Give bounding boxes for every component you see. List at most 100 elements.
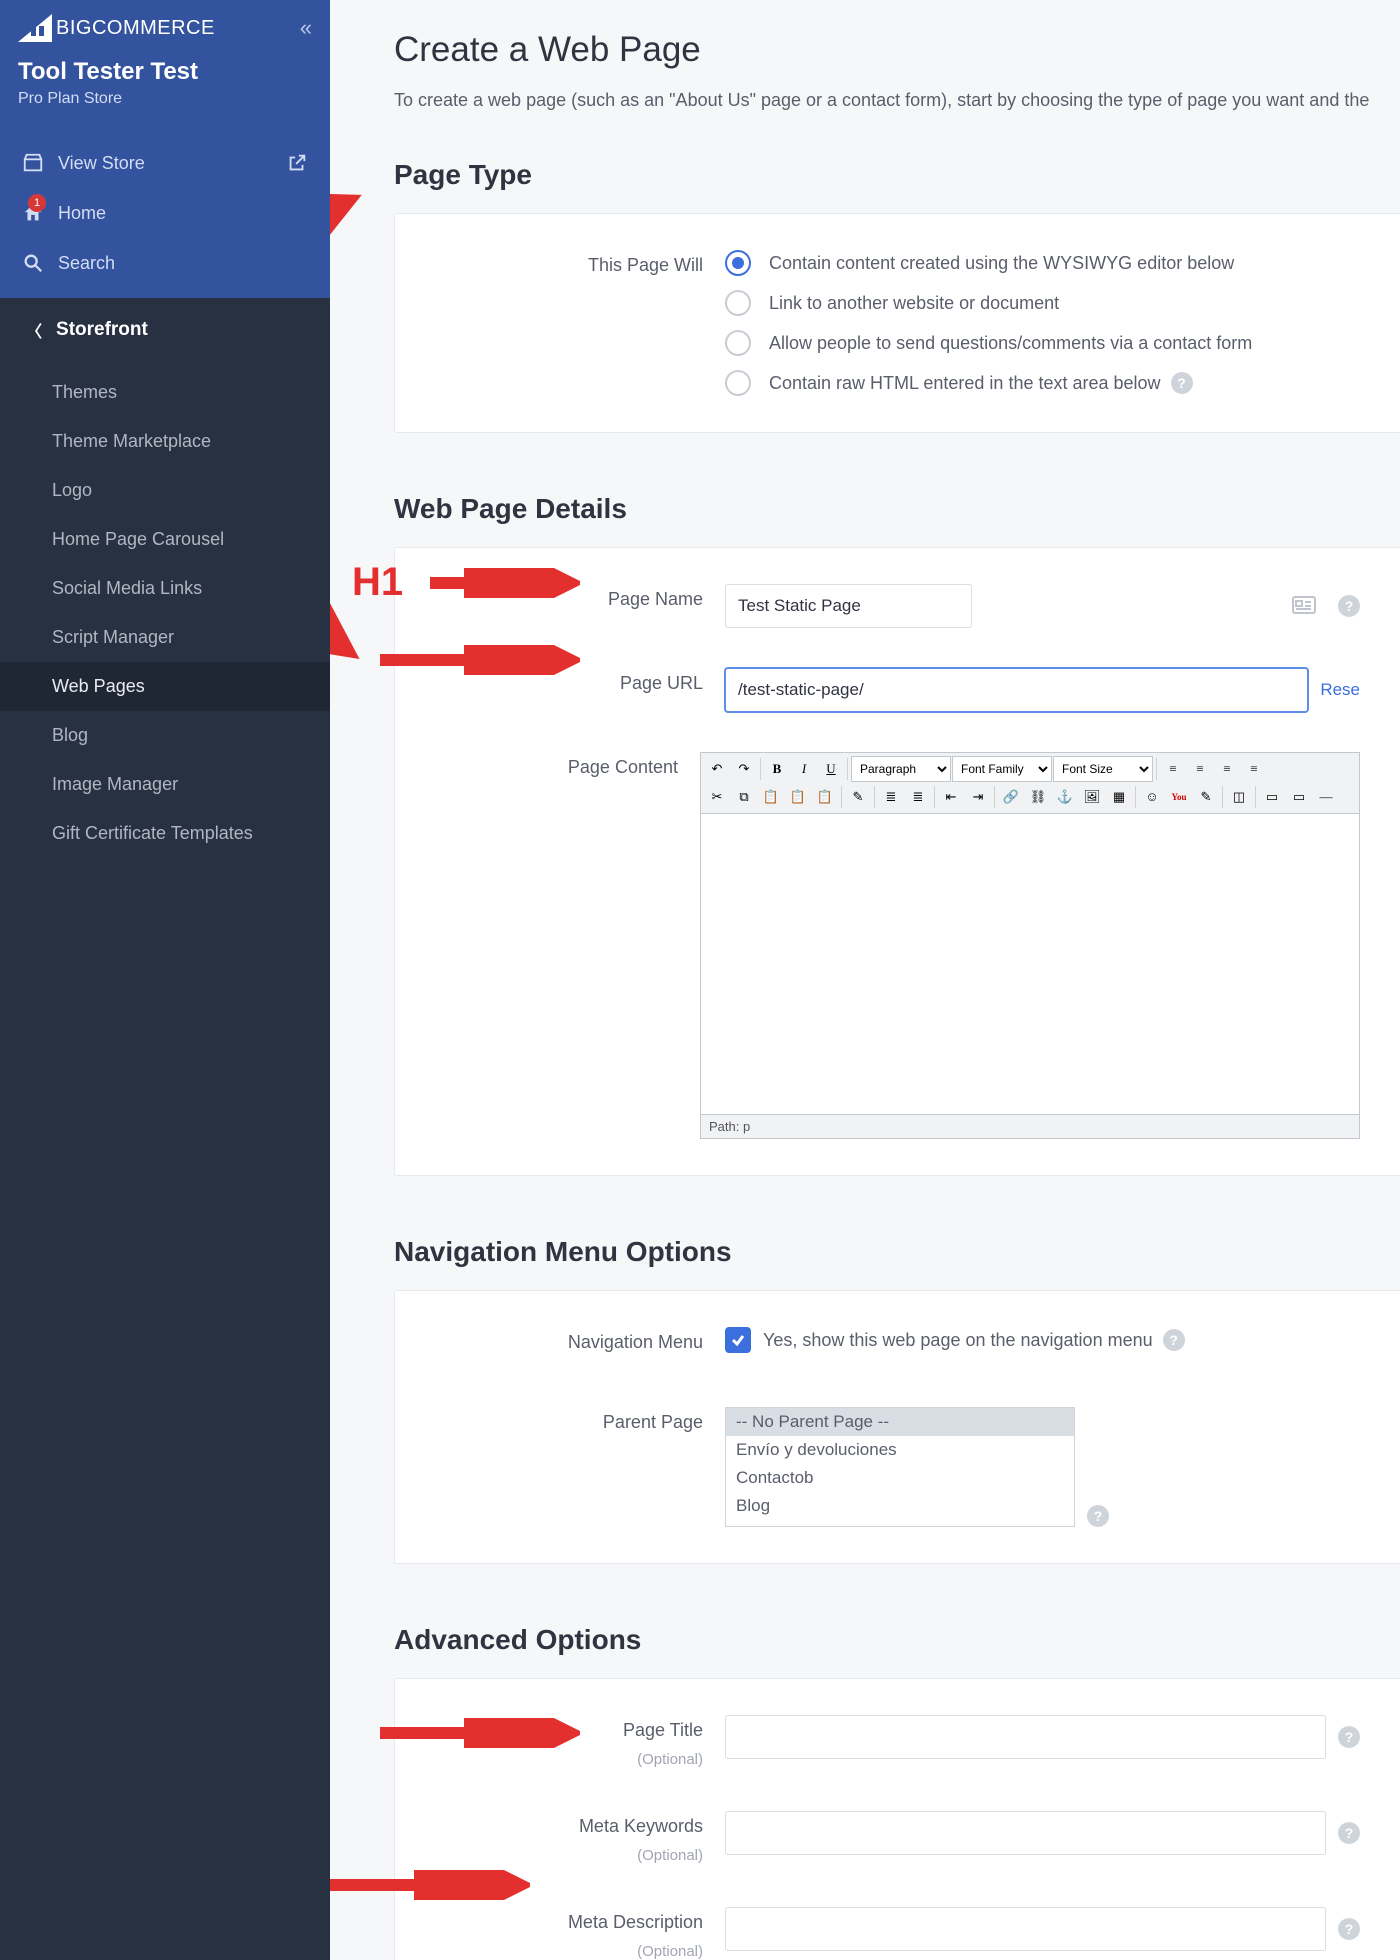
help-icon[interactable]: ? [1338,1918,1360,1940]
chart-button[interactable]: ◫ [1226,784,1252,810]
image-button[interactable]: 🖼 [1079,784,1105,810]
hr-button[interactable]: — [1313,784,1339,810]
parent-option[interactable]: Envío y devoluciones [726,1436,1074,1464]
table2-button[interactable]: ▭ [1286,784,1312,810]
nav-item-gift-certificate-templates[interactable]: Gift Certificate Templates [0,809,330,858]
page-url-input[interactable] [725,668,1308,712]
copy-button[interactable]: ⧉ [731,784,757,810]
undo-button[interactable]: ↶ [704,756,730,782]
redo-button[interactable]: ↷ [731,756,757,782]
section-navmenu: Navigation Menu Options [394,1236,1400,1268]
optional-meta-description: (Optional) [395,1937,703,1960]
help-icon[interactable]: ? [1338,1822,1360,1844]
media-button[interactable]: ▦ [1106,784,1132,810]
home-badge: 1 [28,194,46,212]
search-label: Search [58,253,115,274]
chevron-left-icon: 〈 [26,318,42,342]
search-icon [22,252,44,274]
nav-item-themes[interactable]: Themes [0,368,330,417]
page-type-radio-group: Contain content created using the WYSIWY… [725,250,1252,396]
nav-item-script-manager[interactable]: Script Manager [0,613,330,662]
wysiwyg-editor[interactable]: ↶ ↷ B I U Paragraph Font Family Font Siz… [700,752,1360,1139]
help-icon[interactable]: ? [1338,595,1360,617]
label-parent-page: Parent Page [395,1407,725,1437]
nav-item-home-page-carousel[interactable]: Home Page Carousel [0,515,330,564]
paste-text-button[interactable]: 📋 [785,784,811,810]
page-type-option-3[interactable]: Contain raw HTML entered in the text are… [725,370,1252,396]
radio-label: Contain content created using the WYSIWY… [769,253,1234,274]
anchor-button[interactable]: ⚓ [1052,784,1078,810]
home-link[interactable]: Home 1 [0,188,330,238]
paste-word-button[interactable]: 📋 [812,784,838,810]
nav-item-social-media-links[interactable]: Social Media Links [0,564,330,613]
view-store-link[interactable]: View Store [0,138,330,188]
youtube-button[interactable]: You [1166,784,1192,810]
nav-item-theme-marketplace[interactable]: Theme Marketplace [0,417,330,466]
page-type-option-2[interactable]: Allow people to send questions/comments … [725,330,1252,356]
nav-menu-check-label: Yes, show this web page on the navigatio… [763,1329,1185,1351]
bullet-list-button[interactable]: ≣ [878,784,904,810]
align-left-button[interactable]: ≡ [1160,756,1186,782]
search-link[interactable]: Search [0,238,330,288]
parent-option[interactable]: -- No Parent Page -- [726,1408,1074,1436]
radio-icon [725,250,751,276]
align-center-button[interactable]: ≡ [1187,756,1213,782]
indent-button[interactable]: ⇥ [965,784,991,810]
table-button[interactable]: ▭ [1259,784,1285,810]
section-page-type: Page Type [394,159,1400,191]
paragraph-select[interactable]: Paragraph [851,756,951,782]
label-meta-description: Meta Description [568,1912,703,1932]
meta-keywords-input[interactable] [725,1811,1326,1855]
parent-option[interactable]: Contactob [726,1464,1074,1492]
radio-label: Allow people to send questions/comments … [769,333,1252,354]
wysiwyg-body[interactable] [701,814,1359,1114]
help-icon[interactable]: ? [1171,372,1193,394]
page-title-input[interactable] [725,1715,1326,1759]
help-icon[interactable]: ? [1087,1505,1109,1527]
align-justify-button[interactable]: ≡ [1241,756,1267,782]
nav-back-storefront[interactable]: 〈 Storefront [0,298,330,362]
page-description: To create a web page (such as an "About … [394,90,1400,111]
align-right-button[interactable]: ≡ [1214,756,1240,782]
edit-html-button[interactable]: ✎ [1193,784,1219,810]
logo[interactable]: BIGCOMMERCE [18,14,215,42]
cut-button[interactable]: ✂ [704,784,730,810]
font-size-select[interactable]: Font Size [1053,756,1153,782]
nav-item-web-pages[interactable]: Web Pages [0,662,330,711]
sidebar-nav: 〈 Storefront ThemesTheme MarketplaceLogo… [0,298,330,864]
parent-option[interactable]: Blog [726,1492,1074,1520]
italic-button[interactable]: I [791,756,817,782]
link-button[interactable]: 🔗 [998,784,1024,810]
page-type-option-1[interactable]: Link to another website or document [725,290,1252,316]
sidebar: BIGCOMMERCE « Tool Tester Test Pro Plan … [0,0,330,1960]
collapse-sidebar-button[interactable]: « [300,15,312,41]
number-list-button[interactable]: ≣ [905,784,931,810]
page-type-option-0[interactable]: Contain content created using the WYSIWY… [725,250,1252,276]
unlink-button[interactable]: ⛓ [1025,784,1051,810]
arrow-annotation [330,535,370,665]
arrow-annotation [330,190,370,280]
font-family-select[interactable]: Font Family [952,756,1052,782]
page-title: Create a Web Page [394,30,1400,70]
help-icon[interactable]: ? [1163,1329,1185,1351]
meta-description-input[interactable] [725,1907,1326,1951]
nav-item-logo[interactable]: Logo [0,466,330,515]
emoji-button[interactable]: ☺ [1139,784,1165,810]
help-icon[interactable]: ? [1338,1726,1360,1748]
label-meta-keywords: Meta Keywords [579,1816,703,1836]
nav-menu-checkbox[interactable] [725,1327,751,1353]
clear-format-button[interactable]: ✎ [845,784,871,810]
bold-button[interactable]: B [764,756,790,782]
label-page-name: Page Name [395,584,725,614]
nav-item-image-manager[interactable]: Image Manager [0,760,330,809]
page-name-input[interactable] [725,584,972,628]
outdent-button[interactable]: ⇤ [938,784,964,810]
label-page-title: Page Title [623,1720,703,1740]
nav-item-blog[interactable]: Blog [0,711,330,760]
parent-page-select[interactable]: -- No Parent Page --Envío y devoluciones… [725,1407,1075,1527]
paste-button[interactable]: 📋 [758,784,784,810]
section-details: Web Page Details [394,493,1400,525]
reset-url-link[interactable]: Rese [1320,680,1360,700]
underline-button[interactable]: U [818,756,844,782]
radio-icon [725,290,751,316]
